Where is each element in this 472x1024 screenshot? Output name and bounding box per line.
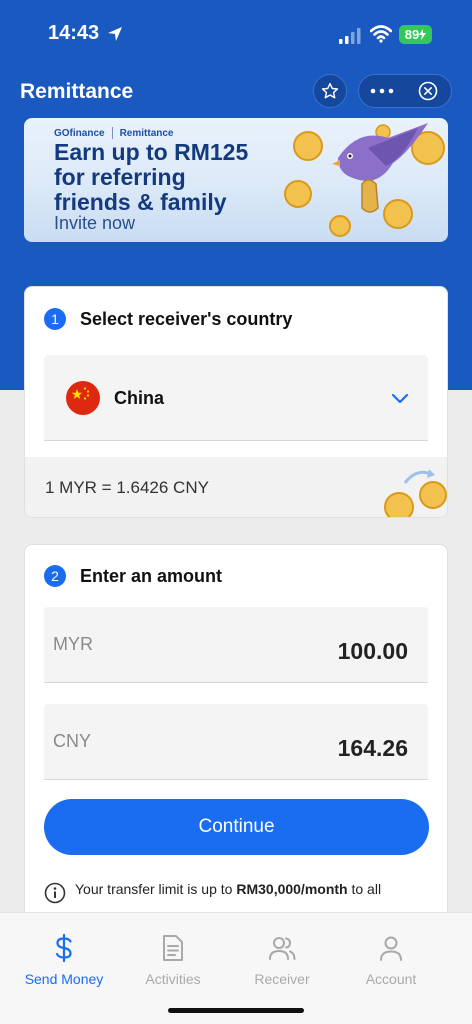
cellular-signal-icon [339, 28, 361, 44]
nav-label-send-money: Send Money [24, 971, 104, 987]
close-button[interactable] [405, 75, 451, 107]
info-icon [44, 882, 66, 904]
location-arrow-icon [108, 27, 122, 41]
send-amount: 100.00 [337, 638, 408, 664]
user-icon [380, 936, 402, 961]
send-amount-field[interactable]: MYR 100.00 [44, 607, 428, 683]
receive-amount-field[interactable]: CNY 164.26 [44, 704, 428, 780]
nav-label-account: Account [365, 971, 417, 987]
status-bar: 14:43 89 [0, 0, 472, 70]
amount-card: 2 Enter an amount MYR 100.00 CNY 164.26 … [24, 544, 448, 944]
banner-brand: GOfinance Remittance [54, 127, 173, 139]
banner-cta: Invite now [54, 213, 136, 233]
send-currency: MYR [53, 634, 93, 654]
more-dots-icon [370, 88, 394, 94]
document-icon [163, 935, 183, 961]
banner-headline-3: friends & family [54, 189, 227, 215]
home-indicator [168, 1008, 304, 1013]
nav-label-receiver: Receiver [254, 971, 310, 987]
step-number-1: 1 [44, 308, 66, 330]
receive-amount: 164.26 [337, 735, 408, 761]
brand-section: Remittance [119, 127, 174, 139]
dollar-icon [55, 933, 72, 963]
users-icon [269, 937, 296, 960]
banner-headline-1: Earn up to RM125 [54, 139, 249, 165]
country-selector[interactable]: China [44, 355, 428, 441]
chevron-down-icon [391, 393, 409, 404]
nav-receiver[interactable]: Receiver [223, 913, 341, 1003]
nav-account[interactable]: Account [332, 913, 450, 1003]
referral-banner[interactable]: GOfinance Remittance Earn up to RM125 fo… [24, 118, 448, 242]
mini-program-menu [358, 74, 452, 108]
close-circle-icon [418, 81, 438, 101]
limit-value: RM30,000/month [236, 881, 348, 897]
exchange-rate-bar: 1 MYR = 1.6426 CNY [25, 457, 447, 517]
exchange-coins-illustration [384, 469, 447, 517]
page-title: Remittance [20, 80, 134, 103]
step-title-country: Select receiver's country [80, 309, 293, 329]
brand-logo: GOfinance [54, 127, 105, 139]
step-title-amount: Enter an amount [80, 566, 223, 586]
receive-currency: CNY [53, 731, 92, 751]
brand-separator [111, 127, 113, 139]
star-icon [321, 82, 339, 99]
china-flag-icon [66, 381, 100, 415]
nav-send-money[interactable]: Send Money [5, 913, 123, 1003]
status-time: 14:43 [48, 22, 100, 44]
step-number-2: 2 [44, 565, 66, 587]
battery-level: 89 [404, 27, 420, 42]
nav-activities[interactable]: Activities [114, 913, 232, 1003]
more-options-button[interactable] [359, 75, 405, 107]
nav-label-activities: Activities [145, 971, 201, 987]
exchange-rate: 1 MYR = 1.6426 CNY [45, 478, 209, 497]
bird-coins-illustration [284, 123, 445, 237]
favorite-button[interactable] [313, 74, 347, 108]
charging-bolt-icon [419, 29, 427, 40]
selected-country: China [114, 388, 165, 408]
battery-indicator: 89 [399, 25, 432, 44]
country-card: 1 Select receiver's country China 1 MYR … [24, 286, 448, 518]
wifi-icon [370, 25, 392, 43]
limit-prefix: Your transfer limit is up to [75, 881, 233, 897]
banner-headline-2: for referring [54, 164, 186, 190]
continue-button[interactable]: Continue [44, 799, 429, 855]
